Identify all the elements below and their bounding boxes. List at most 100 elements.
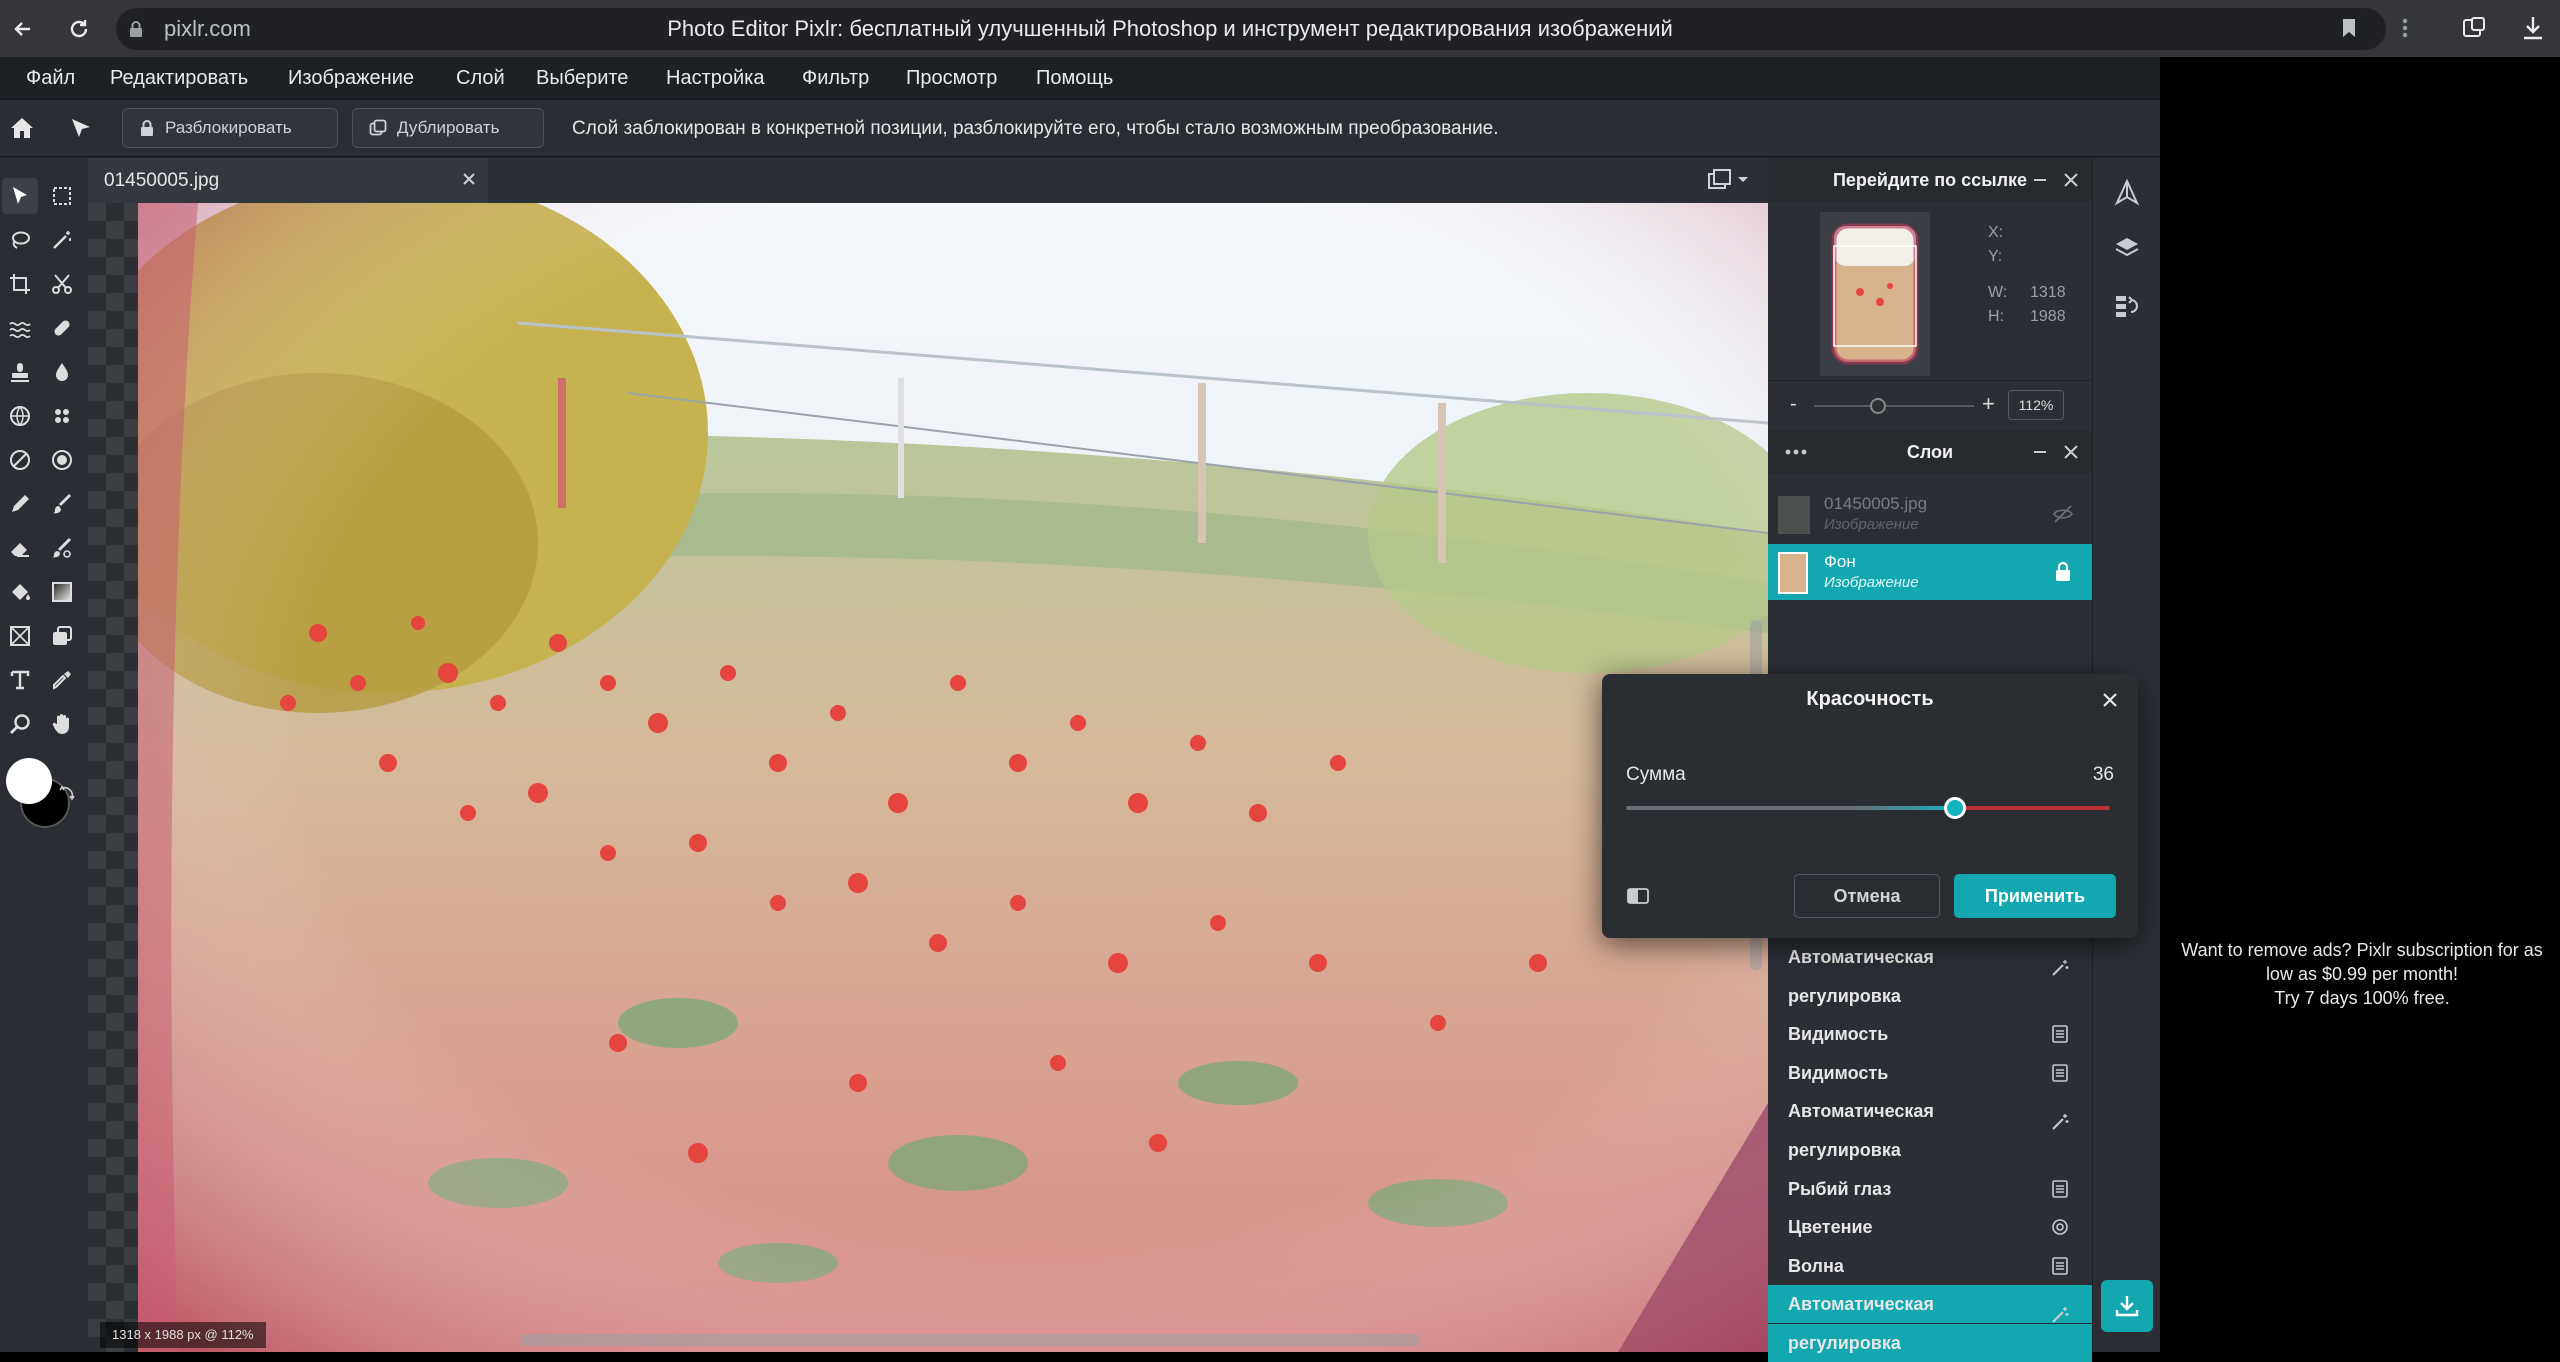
magic-wand-icon — [2050, 1305, 2070, 1325]
pencil-tool-icon[interactable] — [2, 486, 38, 522]
menu-select[interactable]: Выберите — [536, 57, 628, 99]
menu-image[interactable]: Изображение — [288, 57, 414, 99]
magic-wand-icon — [2050, 958, 2070, 978]
history-item[interactable]: регулировка — [1768, 976, 2092, 1015]
reload-icon[interactable] — [64, 14, 94, 44]
save-download-button[interactable] — [2101, 1280, 2153, 1332]
brush-tool-icon[interactable] — [44, 486, 80, 522]
lock-icon[interactable] — [128, 20, 144, 38]
history-item-current[interactable]: регулировка — [1768, 1324, 2092, 1362]
hand-tool-icon[interactable] — [44, 706, 80, 742]
liquify-tool-icon[interactable] — [2, 310, 38, 346]
download-browser-icon[interactable] — [2520, 14, 2546, 42]
fill-tool-icon[interactable] — [2, 574, 38, 610]
marquee-tool-icon[interactable] — [44, 178, 80, 214]
duplicate-button[interactable]: Дублировать — [352, 108, 544, 148]
home-icon[interactable] — [8, 114, 36, 142]
menu-adjustment[interactable]: Настройка — [666, 57, 764, 99]
history-panel-icon[interactable] — [2113, 292, 2141, 320]
more-icon[interactable] — [2400, 16, 2410, 40]
gradient-tool-icon[interactable] — [44, 574, 80, 610]
photo-canvas[interactable] — [138, 203, 1768, 1352]
history-item[interactable]: Цветение — [1768, 1208, 2092, 1247]
arrange-tool-icon[interactable] — [2, 178, 38, 214]
burn-tool-icon[interactable] — [44, 442, 80, 478]
zoom-tool-icon[interactable] — [2, 706, 38, 742]
extensions-icon[interactable] — [2460, 14, 2488, 42]
minimize-icon[interactable] — [2032, 170, 2048, 190]
lock-icon[interactable] — [2054, 560, 2072, 582]
arrange-windows-icon[interactable] — [1706, 167, 1752, 193]
amount-slider[interactable] — [1626, 806, 2110, 810]
close-icon[interactable] — [2062, 442, 2080, 462]
menu-edit[interactable]: Редактировать — [110, 57, 248, 99]
apply-button[interactable]: Применить — [1954, 874, 2116, 918]
layers-panel-icon[interactable] — [2113, 234, 2141, 262]
layer-item[interactable]: 01450005.jpg Изображение — [1768, 486, 2092, 542]
amount-slider-thumb[interactable] — [1944, 797, 1967, 819]
swap-colors-icon[interactable] — [58, 784, 76, 802]
shape-tool-icon[interactable] — [2, 618, 38, 654]
navigator-panel-icon[interactable] — [2113, 178, 2141, 206]
document-tab-name: 01450005.jpg — [104, 170, 220, 191]
menu-view[interactable]: Просмотр — [906, 57, 997, 99]
history-item-label: Автоматическая — [1788, 1101, 1934, 1122]
y-label: Y: — [1988, 248, 2003, 265]
zoom-slider-thumb[interactable] — [1870, 398, 1886, 414]
menu-bar: Файл Редактировать Изображение Слой Выбе… — [0, 57, 2160, 99]
amount-value: 36 — [2092, 764, 2114, 785]
gear-icon — [2050, 1217, 2070, 1237]
hidden-eye-icon[interactable] — [2052, 504, 2074, 524]
close-icon[interactable] — [2062, 170, 2080, 190]
history-item[interactable]: регулировка — [1768, 1131, 2092, 1169]
menu-file[interactable]: Файл — [26, 57, 75, 99]
foreground-color-swatch[interactable] — [6, 758, 52, 804]
ad-message[interactable]: Want to remove ads? Pixlr subscription f… — [2172, 938, 2552, 1010]
history-item[interactable]: Видимость — [1768, 1053, 2092, 1092]
eyedropper-tool-icon[interactable] — [44, 662, 80, 698]
close-tab-icon[interactable] — [460, 170, 478, 188]
lasso-tool-icon[interactable] — [2, 222, 38, 258]
vibrance-dialog: Красочность Сумма 36 Отмена Применить — [1602, 674, 2138, 938]
cutout-tool-icon[interactable] — [44, 266, 80, 302]
arrange-tool-icon[interactable] — [68, 115, 94, 141]
history-item-current[interactable]: Автоматическая — [1768, 1285, 2092, 1325]
crop-tool-icon[interactable] — [2, 266, 38, 302]
close-icon[interactable] — [2100, 690, 2120, 710]
unlock-button[interactable]: Разблокировать — [122, 108, 338, 148]
history-item[interactable]: Видимость — [1768, 1015, 2092, 1054]
blur-tool-icon[interactable] — [44, 354, 80, 390]
layer-item-selected[interactable]: Фон Изображение — [1768, 544, 2092, 600]
back-icon[interactable] — [8, 14, 38, 44]
zoom-out-button[interactable]: - — [1790, 393, 1797, 416]
image-tool-icon[interactable] — [44, 618, 80, 654]
compare-icon[interactable] — [1626, 886, 1650, 906]
history-item-label: Волна — [1788, 1255, 1844, 1276]
bookmark-icon[interactable] — [2340, 17, 2358, 39]
color-replace-tool-icon[interactable] — [44, 530, 80, 566]
history-item[interactable]: Автоматическая — [1768, 938, 2092, 976]
history-item[interactable]: Автоматическая — [1768, 1092, 2092, 1131]
minimize-icon[interactable] — [2032, 442, 2048, 462]
dodge-tool-icon[interactable] — [2, 442, 38, 478]
zoom-slider[interactable] — [1814, 405, 1974, 407]
navigator-thumbnail[interactable] — [1820, 212, 1930, 376]
heal-tool-icon[interactable] — [44, 310, 80, 346]
sponge-tool-icon[interactable] — [2, 398, 38, 434]
text-tool-icon[interactable] — [2, 662, 38, 698]
horizontal-scrollbar[interactable] — [520, 1334, 1420, 1346]
eraser-tool-icon[interactable] — [2, 530, 38, 566]
magic-wand-tool-icon[interactable] — [44, 222, 80, 258]
clone-stamp-tool-icon[interactable] — [2, 354, 38, 390]
zoom-value-field[interactable]: 112% — [2008, 390, 2064, 420]
duplicate-label: Дублировать — [397, 118, 500, 137]
history-item[interactable]: Рыбий глаз — [1768, 1169, 2092, 1208]
cancel-button[interactable]: Отмена — [1794, 874, 1940, 918]
menu-filter[interactable]: Фильтр — [802, 57, 869, 99]
history-item[interactable]: Волна — [1768, 1246, 2092, 1285]
menu-layer[interactable]: Слой — [456, 57, 505, 99]
menu-help[interactable]: Помощь — [1036, 57, 1113, 99]
spot-heal-tool-icon[interactable] — [44, 398, 80, 434]
download-icon — [2115, 1296, 2139, 1317]
zoom-in-button[interactable]: + — [1982, 391, 1995, 417]
